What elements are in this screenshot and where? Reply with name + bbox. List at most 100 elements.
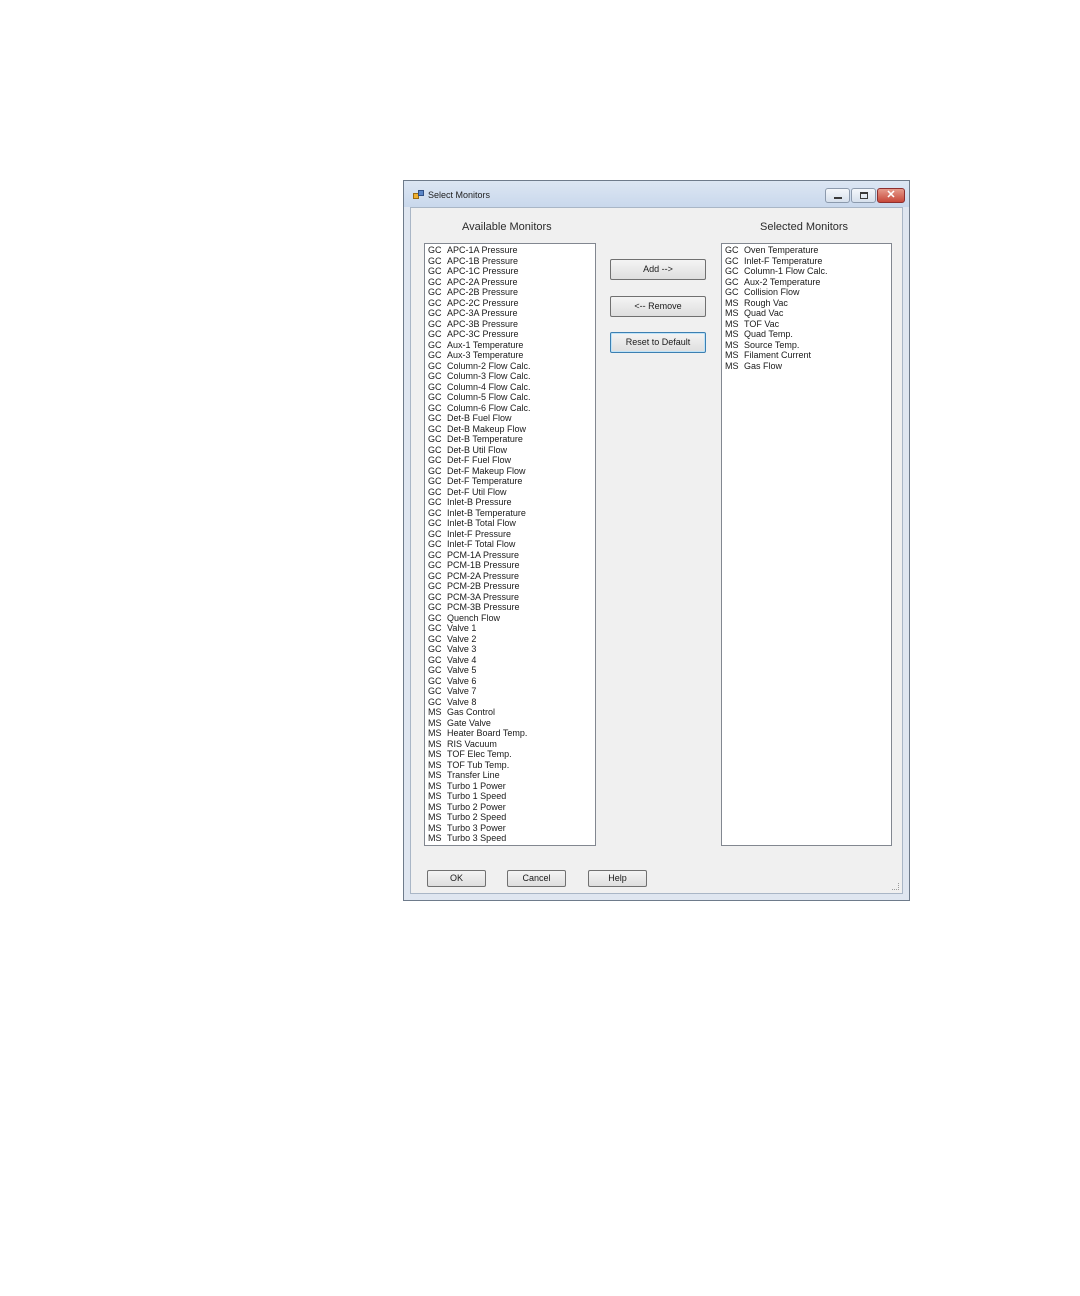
list-item[interactable]: MS Quad Temp. — [722, 329, 891, 340]
list-item[interactable]: MS Rough Vac — [722, 298, 891, 309]
list-item[interactable]: GC Inlet-B Pressure — [425, 497, 595, 508]
remove-button[interactable]: <-- Remove — [610, 296, 706, 317]
maximize-button[interactable] — [851, 188, 876, 203]
list-item[interactable]: GC PCM-2A Pressure — [425, 571, 595, 582]
list-item[interactable]: GC Valve 2 — [425, 634, 595, 645]
list-item[interactable]: MS Source Temp. — [722, 340, 891, 351]
monitor-group: GC — [428, 591, 442, 602]
monitor-name: Valve 7 — [447, 686, 477, 696]
resize-grip-icon[interactable] — [892, 883, 899, 890]
list-item[interactable]: MS Heater Board Temp. — [425, 728, 595, 739]
title-bar[interactable]: Select Monitors ✕ — [404, 181, 909, 207]
list-item[interactable]: MS TOF Tub Temp. — [425, 760, 595, 771]
available-monitors-list[interactable]: GC APC-1A Pressure GC APC-1B Pressure GC APC-… — [424, 243, 596, 846]
reset-to-default-button[interactable]: Reset to Default — [610, 332, 706, 353]
list-item[interactable]: GC APC-3C Pressure — [425, 329, 595, 340]
list-item[interactable]: MS Turbo 3 Power — [425, 823, 595, 834]
list-item[interactable]: MS Quad Vac — [722, 308, 891, 319]
list-item[interactable]: GC Valve 4 — [425, 655, 595, 666]
list-item[interactable]: GC APC-1C Pressure — [425, 266, 595, 277]
list-item[interactable]: MS Gas Control — [425, 707, 595, 718]
list-item[interactable]: GC Aux-1 Temperature — [425, 340, 595, 351]
list-item[interactable]: MS Turbo 1 Speed — [425, 791, 595, 802]
list-item[interactable]: GC APC-2C Pressure — [425, 298, 595, 309]
list-item[interactable]: GC Valve 6 — [425, 676, 595, 687]
list-item[interactable]: GC APC-2B Pressure — [425, 287, 595, 298]
list-item[interactable]: GC Valve 7 — [425, 686, 595, 697]
list-item[interactable]: GC Det-B Util Flow — [425, 445, 595, 456]
list-item[interactable]: GC Valve 5 — [425, 665, 595, 676]
list-item[interactable]: GC Inlet-F Temperature — [722, 256, 891, 267]
list-item[interactable]: GC APC-2A Pressure — [425, 277, 595, 288]
help-button[interactable]: Help — [588, 870, 647, 887]
list-item[interactable]: GC Det-F Temperature — [425, 476, 595, 487]
monitor-name: Rough Vac — [744, 297, 788, 308]
list-item[interactable]: MS TOF Elec Temp. — [425, 749, 595, 760]
list-item[interactable]: GC Det-B Makeup Flow — [425, 424, 595, 435]
monitor-name: Valve 1 — [447, 623, 477, 633]
monitor-group: GC — [428, 266, 442, 276]
list-item[interactable]: MS TOF Vac — [722, 319, 891, 330]
monitor-name: Column-6 Flow Calc. — [447, 402, 531, 413]
list-item[interactable]: MS RIS Vacuum — [425, 739, 595, 750]
selected-monitors-list[interactable]: GC Oven Temperature GC Inlet-F Temperature G… — [721, 243, 892, 846]
add-button[interactable]: Add --> — [610, 259, 706, 280]
list-item[interactable]: GC APC-1B Pressure — [425, 256, 595, 267]
monitor-name: Turbo 3 Speed — [447, 833, 507, 843]
monitor-group: GC — [428, 455, 442, 465]
list-item[interactable]: GC Column-2 Flow Calc. — [425, 361, 595, 372]
monitor-name: TOF Elec Temp. — [447, 749, 512, 759]
list-item[interactable]: GC Det-B Fuel Flow — [425, 413, 595, 424]
list-item[interactable]: GC Column-6 Flow Calc. — [425, 403, 595, 414]
monitor-group: GC — [428, 654, 442, 665]
list-item[interactable]: MS Gas Flow — [722, 361, 891, 372]
list-item[interactable]: GC Det-F Util Flow — [425, 487, 595, 498]
monitor-group: MS — [725, 308, 739, 318]
cancel-button[interactable]: Cancel — [507, 870, 566, 887]
monitor-name: APC-2C Pressure — [447, 297, 519, 308]
list-item[interactable]: GC Oven Temperature — [722, 245, 891, 256]
list-item[interactable]: GC Quench Flow — [425, 613, 595, 624]
list-item[interactable]: GC Inlet-F Pressure — [425, 529, 595, 540]
list-item[interactable]: GC Inlet-B Temperature — [425, 508, 595, 519]
list-item[interactable]: GC PCM-1A Pressure — [425, 550, 595, 561]
list-item[interactable]: GC PCM-3B Pressure — [425, 602, 595, 613]
list-item[interactable]: GC PCM-2B Pressure — [425, 581, 595, 592]
list-item[interactable]: GC Column-4 Flow Calc. — [425, 382, 595, 393]
list-item[interactable]: MS Transfer Line — [425, 770, 595, 781]
list-item[interactable]: GC APC-3B Pressure — [425, 319, 595, 330]
list-item[interactable]: MS Gate Valve — [425, 718, 595, 729]
list-item[interactable]: GC Det-F Fuel Flow — [425, 455, 595, 466]
monitor-name: Aux-1 Temperature — [447, 339, 524, 350]
list-item[interactable]: GC Valve 1 — [425, 623, 595, 634]
list-item[interactable]: GC APC-3A Pressure — [425, 308, 595, 319]
monitor-name: Aux-3 Temperature — [447, 350, 524, 360]
list-item[interactable]: GC Column-5 Flow Calc. — [425, 392, 595, 403]
monitor-group: GC — [725, 266, 739, 276]
minimize-button[interactable] — [825, 188, 850, 203]
list-item[interactable]: GC Aux-3 Temperature — [425, 350, 595, 361]
list-item[interactable]: GC Valve 3 — [425, 644, 595, 655]
list-item[interactable]: MS Turbo 2 Power — [425, 802, 595, 813]
list-item[interactable]: GC PCM-3A Pressure — [425, 592, 595, 603]
ok-button[interactable]: OK — [427, 870, 486, 887]
list-item[interactable]: GC Aux-2 Temperature — [722, 277, 891, 288]
list-item[interactable]: GC APC-1A Pressure — [425, 245, 595, 256]
list-item[interactable]: GC PCM-1B Pressure — [425, 560, 595, 571]
list-item[interactable]: MS Turbo 1 Power — [425, 781, 595, 792]
monitor-group: MS — [725, 350, 739, 360]
list-item[interactable]: GC Collision Flow — [722, 287, 891, 298]
list-item[interactable]: GC Det-F Makeup Flow — [425, 466, 595, 477]
list-item[interactable]: GC Column-1 Flow Calc. — [722, 266, 891, 277]
list-item[interactable]: GC Column-3 Flow Calc. — [425, 371, 595, 382]
list-item[interactable]: GC Valve 8 — [425, 697, 595, 708]
monitor-group: GC — [428, 350, 442, 360]
monitor-name: Column-5 Flow Calc. — [447, 392, 531, 402]
close-button[interactable]: ✕ — [877, 188, 905, 203]
list-item[interactable]: MS Turbo 2 Speed — [425, 812, 595, 823]
list-item[interactable]: GC Inlet-B Total Flow — [425, 518, 595, 529]
list-item[interactable]: GC Inlet-F Total Flow — [425, 539, 595, 550]
list-item[interactable]: MS Filament Current — [722, 350, 891, 361]
list-item[interactable]: GC Det-B Temperature — [425, 434, 595, 445]
list-item[interactable]: MS Turbo 3 Speed — [425, 833, 595, 844]
